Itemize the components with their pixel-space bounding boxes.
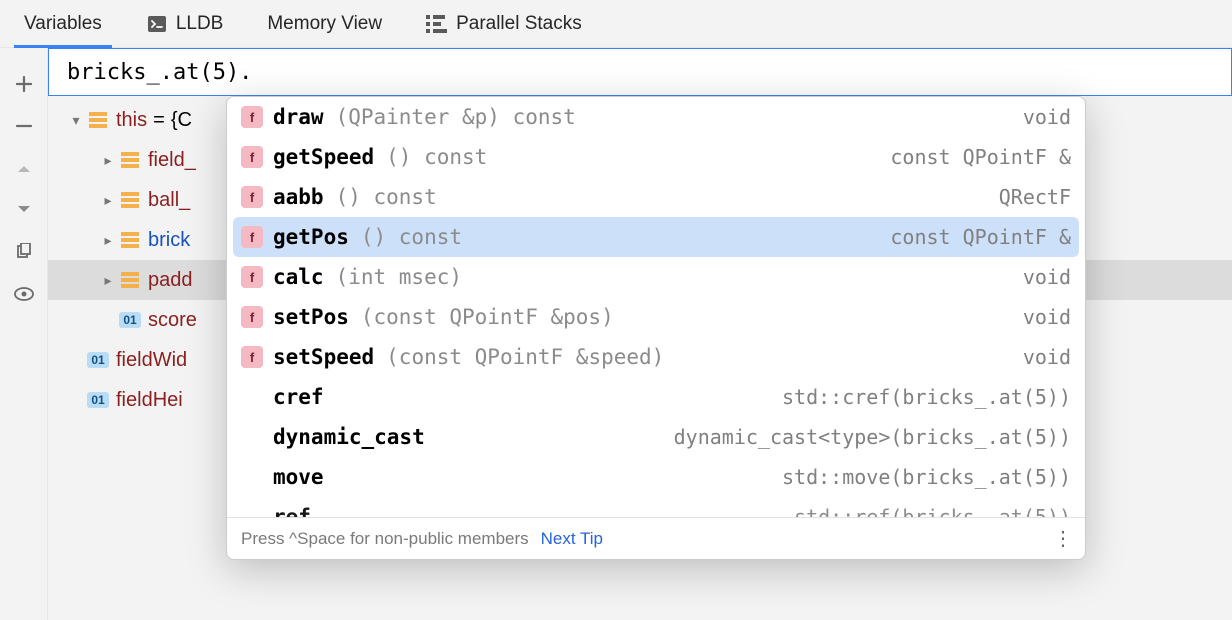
function-kind-icon: f: [241, 186, 263, 208]
completion-list: fdraw(QPainter &p) constvoidfgetSpeed() …: [227, 97, 1085, 517]
autocomplete-popup: fdraw(QPainter &p) constvoidfgetSpeed() …: [226, 96, 1086, 560]
completion-name: setSpeed: [273, 345, 374, 369]
tab-lldb[interactable]: LLDB: [140, 0, 230, 48]
completion-signature: () const: [336, 185, 437, 209]
chevron-right-icon[interactable]: ▸: [98, 152, 118, 169]
completion-signature: () const: [386, 145, 487, 169]
tab-memory-view[interactable]: Memory View: [261, 0, 388, 48]
completion-name: dynamic_cast: [273, 425, 425, 449]
remove-watch-button[interactable]: [12, 114, 36, 138]
function-kind-icon: f: [241, 146, 263, 168]
variable-name: padd: [148, 269, 193, 292]
completion-signature: (const QPointF &pos): [361, 305, 614, 329]
int-icon: 01: [118, 310, 142, 330]
completion-name: move: [273, 465, 324, 489]
chevron-right-icon[interactable]: ▸: [98, 192, 118, 209]
completion-name: getPos: [273, 225, 349, 249]
completion-signature: () const: [361, 225, 462, 249]
chevron-right-icon[interactable]: ▸: [98, 272, 118, 289]
completion-item[interactable]: move std::move(bricks_.at(5)): [227, 457, 1085, 497]
function-kind-icon: f: [241, 266, 263, 288]
function-kind-icon: f: [241, 306, 263, 328]
completion-return-type: void: [1023, 305, 1071, 329]
struct-icon: [118, 150, 142, 170]
tab-memory-label: Memory View: [267, 13, 382, 35]
completion-name: ref: [273, 505, 311, 517]
completion-item[interactable]: cref std::cref(bricks_.at(5)): [227, 377, 1085, 417]
parallel-stacks-icon: [426, 13, 448, 35]
completion-return-type: const QPointF &: [890, 145, 1071, 169]
completion-name: aabb: [273, 185, 324, 209]
tab-parallel-stacks[interactable]: Parallel Stacks: [420, 0, 588, 48]
completion-signature: (const QPointF &speed): [386, 345, 664, 369]
completion-return-type: std::cref(bricks_.at(5)): [782, 385, 1071, 409]
terminal-icon: [146, 13, 168, 35]
completion-item[interactable]: fdraw (QPainter &p) const void: [227, 97, 1085, 137]
completion-signature: (QPainter &p) const: [336, 105, 576, 129]
completion-return-type: void: [1023, 265, 1071, 289]
move-up-button[interactable]: [12, 156, 36, 180]
variable-name: fieldHei: [116, 389, 183, 412]
tab-lldb-label: LLDB: [176, 13, 224, 35]
completion-item[interactable]: faabb () const QRectF: [227, 177, 1085, 217]
function-kind-icon: f: [241, 346, 263, 368]
popup-next-tip-link[interactable]: Next Tip: [541, 529, 603, 549]
popup-hint: Press ^Space for non-public members: [241, 529, 529, 549]
completion-item[interactable]: fgetPos () const const QPointF &: [233, 217, 1079, 257]
struct-icon: [118, 270, 142, 290]
variable-name: brick: [148, 229, 190, 252]
move-down-button[interactable]: [12, 198, 36, 222]
duplicate-watch-button[interactable]: [12, 240, 36, 264]
completion-item[interactable]: f getSpeed () const const QPointF &: [227, 137, 1085, 177]
completion-item[interactable]: fcalc (int msec) void: [227, 257, 1085, 297]
completion-item[interactable]: fsetPos (const QPointF &pos) void: [227, 297, 1085, 337]
variable-name: fieldWid: [116, 349, 187, 372]
completion-return-type: std::move(bricks_.at(5)): [782, 465, 1071, 489]
tab-stacks-label: Parallel Stacks: [456, 13, 582, 35]
debugger-tabbar: Variables LLDB Memory View Parallel Stac…: [0, 0, 1232, 48]
completion-return-type: dynamic_cast<type>(bricks_.at(5)): [674, 425, 1071, 449]
int-icon: 01: [86, 350, 110, 370]
expression-input[interactable]: [48, 48, 1232, 96]
completion-return-type: QRectF: [999, 185, 1071, 209]
completion-item[interactable]: f setSpeed (const QPointF &speed) void: [227, 337, 1085, 377]
variable-name: field_: [148, 149, 196, 172]
tab-variables[interactable]: Variables: [18, 0, 108, 48]
chevron-right-icon[interactable]: ▸: [98, 232, 118, 249]
completion-item[interactable]: ref std::ref(bricks_.at(5)): [227, 497, 1085, 517]
show-watches-button[interactable]: [12, 282, 36, 306]
completion-name: calc: [273, 265, 324, 289]
struct-icon: [118, 190, 142, 210]
variable-name: ball_: [148, 189, 190, 212]
completion-name: draw: [273, 105, 324, 129]
completion-signature: (int msec): [336, 265, 462, 289]
add-watch-button[interactable]: [12, 72, 36, 96]
struct-icon: [118, 230, 142, 250]
completion-return-type: void: [1023, 345, 1071, 369]
completion-return-type: std::ref(bricks_.at(5)): [794, 505, 1071, 517]
variable-name: this: [116, 109, 147, 132]
completion-return-type: const QPointF &: [890, 225, 1071, 249]
function-kind-icon: f: [241, 106, 263, 128]
variable-name: score: [148, 309, 197, 332]
struct-icon: [86, 110, 110, 130]
completion-name: getSpeed: [273, 145, 374, 169]
variable-value: {C: [171, 109, 192, 132]
completion-return-type: void: [1023, 105, 1071, 129]
completion-item[interactable]: dynamic_cast dynamic_cast<type>(bricks_.a…: [227, 417, 1085, 457]
chevron-down-icon[interactable]: ▾: [66, 112, 86, 129]
function-kind-icon: f: [241, 226, 263, 248]
completion-name: cref: [273, 385, 324, 409]
tab-variables-label: Variables: [24, 13, 102, 35]
completion-name: setPos: [273, 305, 349, 329]
popup-footer: Press ^Space for non-public members Next…: [227, 517, 1085, 559]
left-gutter: [0, 48, 48, 620]
popup-more-icon[interactable]: ⋮: [1053, 526, 1071, 551]
int-icon: 01: [86, 390, 110, 410]
